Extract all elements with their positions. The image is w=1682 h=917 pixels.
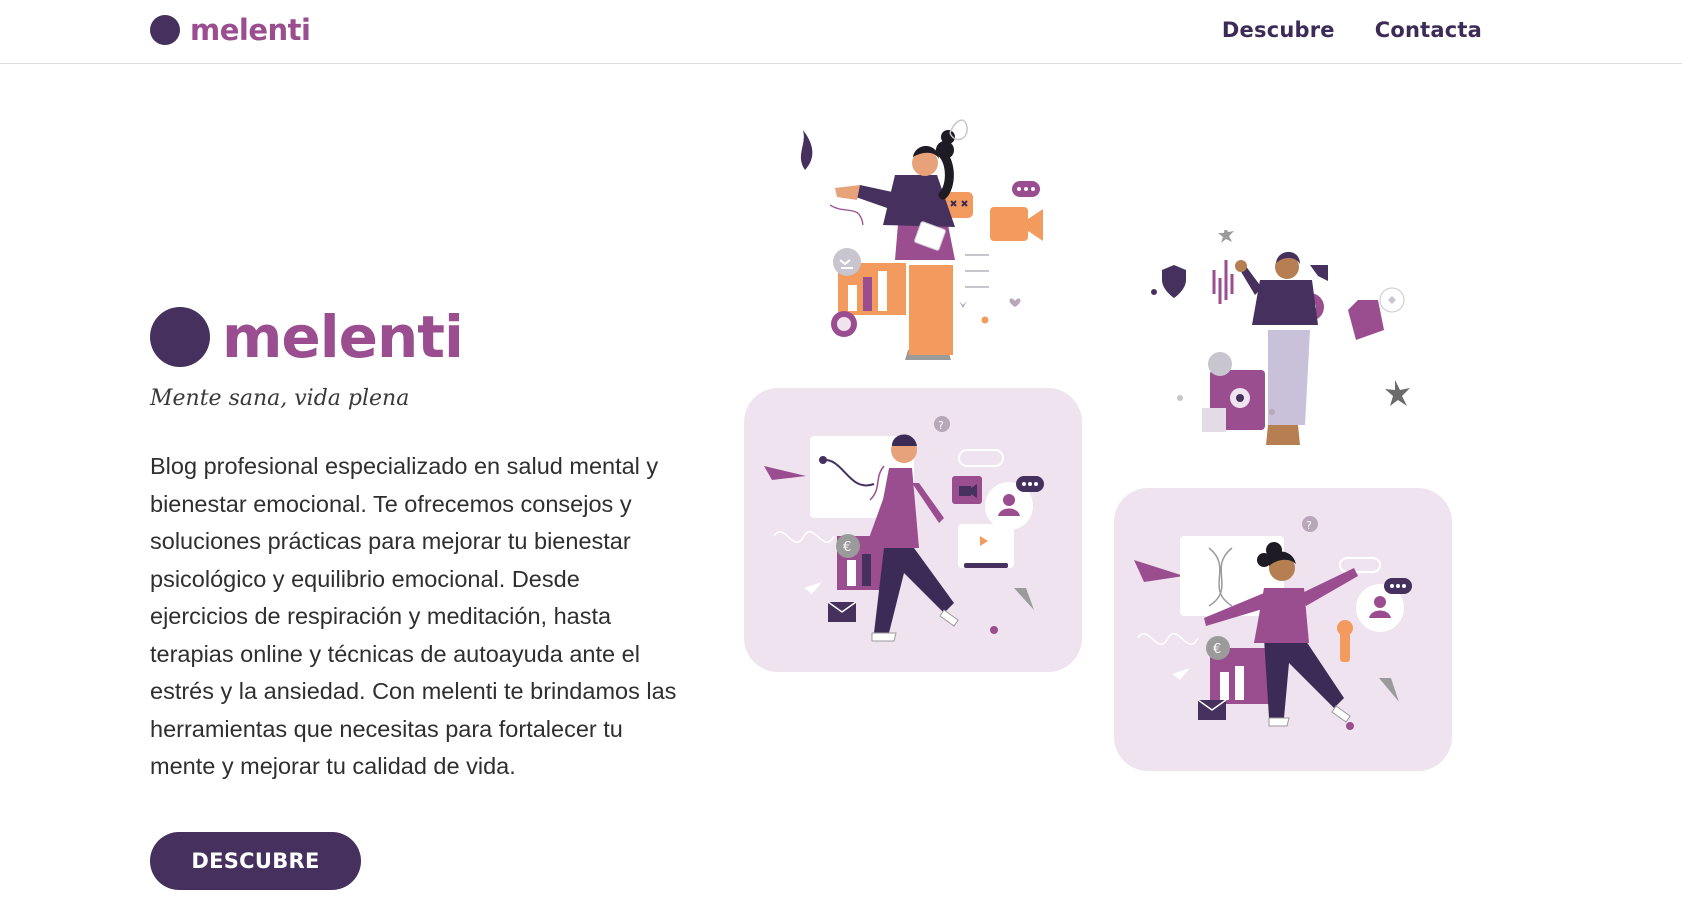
hero-description: Blog profesional especializado en salud …	[150, 453, 677, 779]
main-nav: Descubre Contacta	[1222, 17, 1482, 43]
illustration-card-1: € ?	[744, 388, 1082, 672]
svg-text:€: €	[843, 540, 851, 555]
svg-text:?: ?	[1306, 519, 1312, 532]
woman-with-chart-illustration	[800, 119, 1043, 360]
hero-brand-text: melenti	[222, 303, 464, 371]
svg-text:?: ?	[938, 419, 944, 432]
woman-dancing-dna-illustration: ? €	[1134, 516, 1412, 730]
descubre-button[interactable]: DESCUBRE	[150, 832, 361, 890]
logo-text: melenti	[190, 13, 311, 47]
top-navbar: melenti Descubre Contacta	[0, 0, 1682, 64]
hero-brand: melenti	[150, 303, 464, 371]
person-with-safe-illustration	[1151, 230, 1410, 445]
illustration-card-2: ? €	[1114, 488, 1452, 771]
nav-link-descubre[interactable]: Descubre	[1222, 17, 1335, 43]
man-walking-chart-illustration: € ?	[764, 416, 1044, 642]
svg-text:€: €	[1213, 642, 1221, 657]
hero-tagline: Mente sana, vida plena	[150, 386, 410, 411]
hero-logo-dot-icon	[150, 307, 210, 367]
logo-link[interactable]: melenti	[150, 13, 311, 47]
logo-dot-icon	[150, 15, 180, 45]
nav-link-contacta[interactable]: Contacta	[1375, 17, 1482, 43]
